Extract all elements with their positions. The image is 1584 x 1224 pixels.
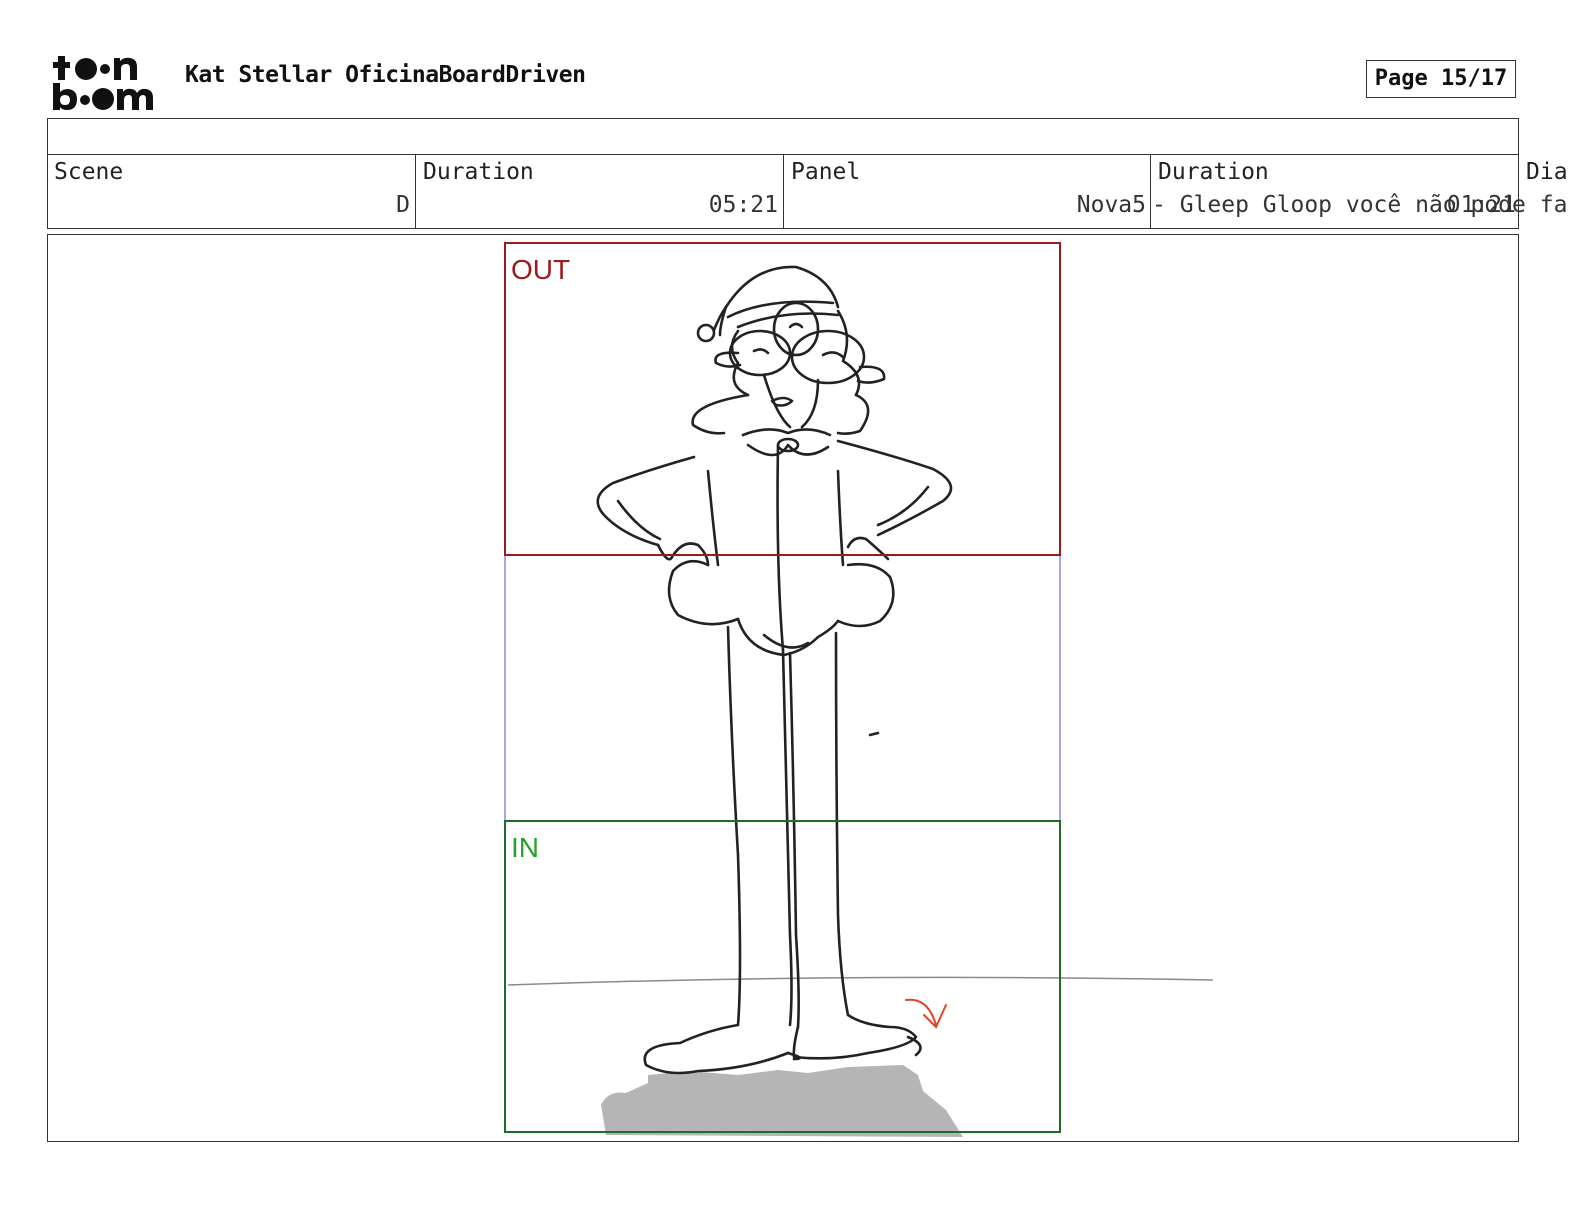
toon-boom-logo: [53, 56, 153, 110]
scene-value: D: [396, 192, 410, 218]
storyboard-panel-frame: IN OUT: [47, 234, 1519, 1142]
motion-arrow-icon: [905, 998, 947, 1029]
dialogue-label: Dia: [1526, 159, 1568, 185]
character-sketch: [596, 265, 953, 1075]
scene-duration-label: Duration: [423, 159, 534, 185]
dialogue-cell: Dia: [1518, 154, 1584, 229]
panel-label: Panel: [791, 159, 861, 185]
scene-duration-cell: Duration 05:21: [415, 154, 783, 229]
ground-shadow: [601, 1065, 963, 1137]
panel-cell: Panel Nova5: [783, 154, 1151, 229]
scene-cell: Scene D: [47, 154, 415, 229]
project-title: Kat Stellar OficinaBoardDriven: [185, 62, 586, 88]
out-label: OUT: [511, 254, 570, 285]
horizon-line: [507, 976, 1214, 986]
in-label: IN: [511, 832, 539, 863]
dialogue-value: - Gleep Gloop você não pode fa: [1152, 192, 1568, 218]
scene-duration-value: 05:21: [708, 192, 778, 218]
scene-label: Scene: [54, 159, 124, 185]
panel-info-row: Scene D Duration 05:21 Panel Nova5 Durat…: [47, 154, 1584, 229]
header-blank-row: [47, 118, 1519, 155]
panel-value: Nova5: [1076, 192, 1146, 218]
page-indicator: Page 15/17: [1366, 60, 1516, 98]
panel-drawing: IN OUT: [504, 242, 1214, 1137]
